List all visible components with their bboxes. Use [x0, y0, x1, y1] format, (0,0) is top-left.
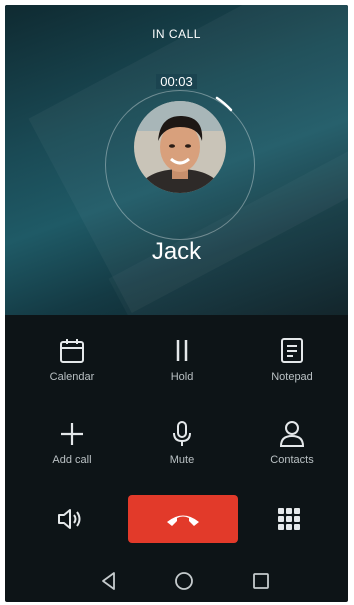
contacts-label: Contacts: [270, 454, 314, 466]
caller-name: Jack: [151, 238, 202, 265]
speaker-button[interactable]: [55, 505, 85, 533]
dialpad-icon: [278, 508, 300, 530]
hold-button[interactable]: Hold: [137, 337, 227, 383]
call-header-background: IN CALL 00:03 Jack: [5, 5, 348, 315]
calendar-button[interactable]: Calendar: [27, 337, 117, 383]
contacts-button[interactable]: Contacts: [247, 420, 337, 466]
mute-label: Mute: [169, 454, 195, 466]
hold-label: Hold: [170, 371, 194, 383]
call-controls: [5, 495, 348, 543]
phone-hangup-icon: [167, 515, 199, 526]
calendar-label: Calendar: [49, 371, 95, 383]
home-button[interactable]: [173, 570, 195, 592]
home-circle-icon: [175, 572, 193, 590]
person-icon: [279, 421, 305, 447]
calendar-icon: [60, 339, 84, 363]
recents-button[interactable]: [250, 570, 272, 592]
notepad-button[interactable]: Notepad: [247, 337, 337, 383]
mute-button[interactable]: Mute: [137, 420, 227, 466]
plus-icon: [61, 423, 83, 445]
notepad-icon: [281, 338, 303, 363]
add-call-button[interactable]: Add call: [27, 420, 117, 466]
back-button[interactable]: [98, 570, 120, 592]
call-timer: 00:03: [5, 74, 348, 89]
back-triangle-icon: [102, 572, 115, 590]
add-call-label: Add call: [52, 454, 92, 466]
end-call-button[interactable]: [128, 495, 238, 543]
notepad-label: Notepad: [271, 371, 313, 383]
call-screen: IN CALL 00:03 Jack Calendar Hold Notepad…: [5, 5, 348, 602]
dialpad-button[interactable]: [277, 507, 301, 531]
system-navigation-bar: [5, 560, 348, 600]
speaker-icon: [58, 509, 81, 529]
caller-avatar: [134, 101, 226, 193]
call-status-title: IN CALL: [152, 27, 201, 41]
pause-icon: [176, 340, 188, 361]
microphone-icon: [173, 421, 191, 446]
recents-square-icon: [253, 573, 269, 589]
